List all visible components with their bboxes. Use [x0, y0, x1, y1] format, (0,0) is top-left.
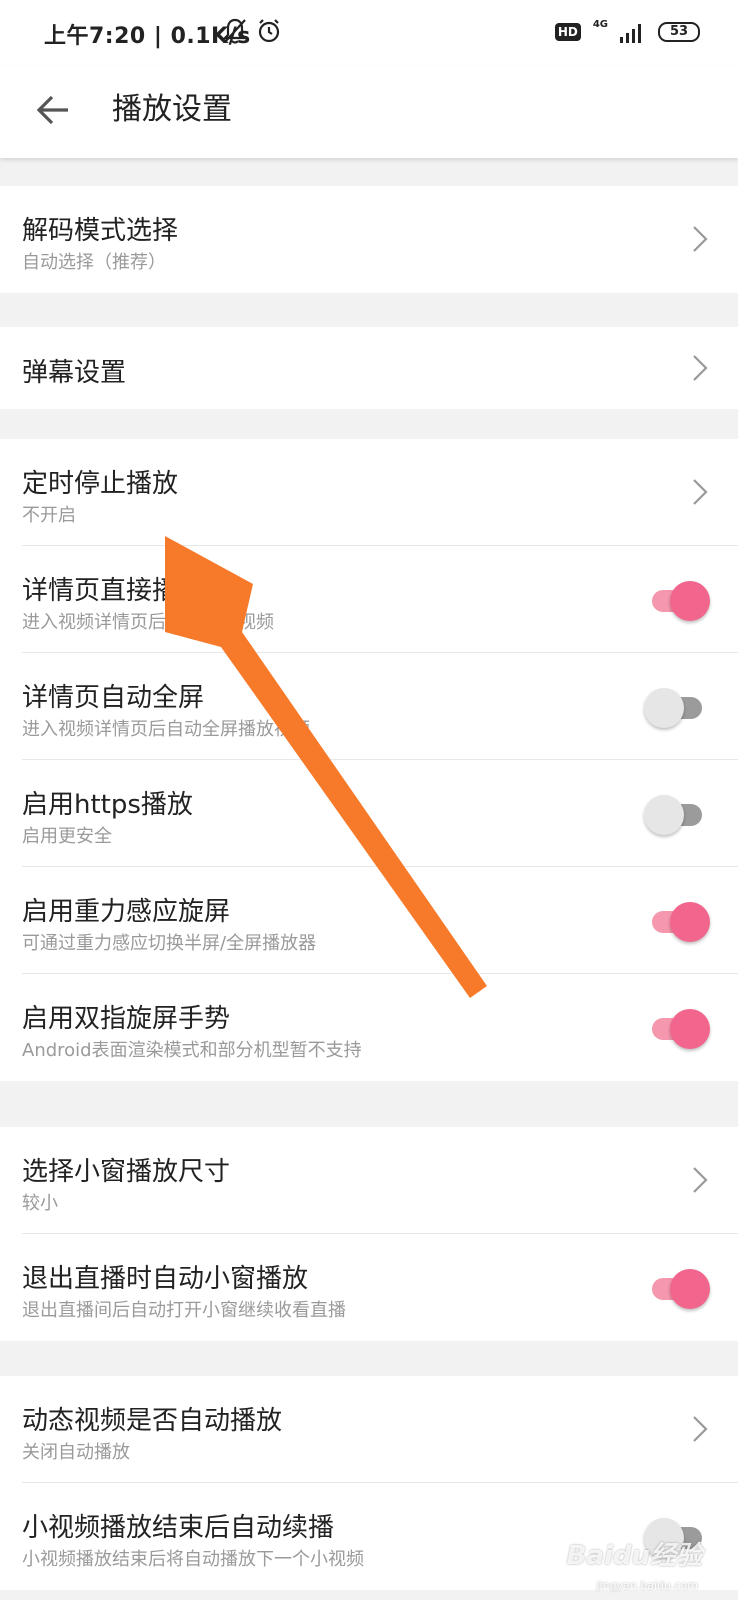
chevron-right-icon	[693, 226, 708, 252]
two-finger-rotate-toggle[interactable]	[644, 1005, 710, 1049]
setting-danmaku[interactable]: 弹幕设置	[0, 327, 738, 409]
setting-title: 动态视频是否自动播放	[22, 1406, 283, 1436]
setting-timer-stop[interactable]: 定时停止播放 不开启	[0, 439, 738, 546]
setting-decode-mode[interactable]: 解码模式选择 自动选择（推荐）	[0, 186, 738, 293]
setting-title: 选择小窗播放尺寸	[22, 1157, 231, 1187]
setting-title: 小视频播放结束后自动续播	[22, 1513, 335, 1543]
baidu-watermark: Baidu经验	[566, 1541, 702, 1571]
setting-title: 启用重力感应旋屏	[22, 897, 231, 927]
https-toggle[interactable]	[644, 791, 710, 835]
chevron-right-icon	[693, 479, 708, 505]
hd-badge: HD	[554, 23, 581, 41]
setting-subtitle: 不开启	[22, 505, 76, 526]
setting-detail-fullscreen: 详情页自动全屏 进入视频详情页后自动全屏播放视频	[0, 653, 738, 760]
chevron-right-icon	[693, 1167, 708, 1193]
setting-subtitle: Android表面渲染模式和部分机型暂不支持	[22, 1040, 362, 1061]
setting-subtitle: 小视频播放结束后将自动播放下一个小视频	[22, 1549, 364, 1570]
bell-off-icon	[222, 18, 248, 44]
setting-title: 详情页自动全屏	[22, 683, 205, 713]
setting-title: 解码模式选择	[22, 216, 179, 246]
setting-title: 退出直播时自动小窗播放	[22, 1264, 309, 1294]
settings-group-playback: 定时停止播放 不开启 详情页直接播放 进入视频详情页后自动播放视频 详情页自动全…	[0, 439, 738, 1081]
toggle-thumb	[644, 795, 684, 835]
setting-gravity-rotate: 启用重力感应旋屏 可通过重力感应切换半屏/全屏播放器	[0, 867, 738, 974]
toggle-thumb	[644, 688, 684, 728]
settings-group-mini-window: 选择小窗播放尺寸 较小 退出直播时自动小窗播放 退出直播间后自动打开小窗继续收看…	[0, 1127, 738, 1341]
chevron-right-icon	[693, 1416, 708, 1442]
signal-icon	[620, 24, 641, 43]
setting-https: 启用https播放 启用更安全	[0, 760, 738, 867]
gravity-rotate-toggle[interactable]	[644, 898, 710, 942]
network-type: 4G	[592, 18, 608, 30]
setting-subtitle: 进入视频详情页后自动全屏播放视频	[22, 719, 310, 740]
live-mini-window-toggle[interactable]	[644, 1265, 710, 1309]
setting-title: 定时停止播放	[22, 469, 179, 499]
detail-autoplay-toggle[interactable]	[644, 577, 710, 621]
settings-group-decode: 解码模式选择 自动选择（推荐）	[0, 186, 738, 293]
setting-subtitle: 较小	[22, 1193, 58, 1214]
alarm-clock-icon	[258, 19, 280, 43]
toggle-thumb	[670, 902, 710, 942]
setting-live-mini-window: 退出直播时自动小窗播放 退出直播间后自动打开小窗继续收看直播	[0, 1234, 738, 1341]
settings-group-danmaku: 弹幕设置	[0, 327, 738, 409]
toggle-thumb	[670, 1269, 710, 1309]
status-right-icons: HD 4G 53	[554, 18, 700, 46]
back-arrow-icon[interactable]	[30, 86, 78, 134]
setting-detail-autoplay: 详情页直接播放 进入视频详情页后自动播放视频	[0, 546, 738, 653]
setting-subtitle: 可通过重力感应切换半屏/全屏播放器	[22, 933, 317, 954]
setting-subtitle: 关闭自动播放	[22, 1442, 130, 1463]
setting-subtitle: 自动选择（推荐）	[22, 252, 166, 273]
status-bar: 上午7:20 | 0.1K/s HD 4G 53	[0, 0, 738, 66]
battery-indicator: 53	[658, 22, 700, 42]
setting-title: 详情页直接播放	[22, 576, 205, 606]
setting-title: 弹幕设置	[22, 358, 127, 388]
setting-two-finger-rotate: 启用双指旋屏手势 Android表面渲染模式和部分机型暂不支持	[0, 974, 738, 1081]
setting-title: 启用https播放	[22, 790, 193, 820]
toggle-thumb	[670, 1009, 710, 1049]
setting-dynamic-autoplay[interactable]: 动态视频是否自动播放 关闭自动播放	[0, 1376, 738, 1483]
app-bar: 播放设置	[0, 66, 738, 158]
chevron-right-icon	[693, 355, 708, 381]
detail-fullscreen-toggle[interactable]	[644, 684, 710, 728]
page-title: 播放设置	[112, 92, 232, 127]
setting-mini-window-size[interactable]: 选择小窗播放尺寸 较小	[0, 1127, 738, 1234]
watermark-url: jingyan.baidu.com	[596, 1579, 698, 1592]
toggle-thumb	[670, 581, 710, 621]
setting-subtitle: 启用更安全	[22, 826, 112, 847]
setting-title: 启用双指旋屏手势	[22, 1004, 231, 1034]
setting-subtitle: 进入视频详情页后自动播放视频	[22, 612, 274, 633]
status-time-speed: 上午7:20 | 0.1K/s	[44, 24, 251, 49]
setting-subtitle: 退出直播间后自动打开小窗继续收看直播	[22, 1300, 346, 1321]
